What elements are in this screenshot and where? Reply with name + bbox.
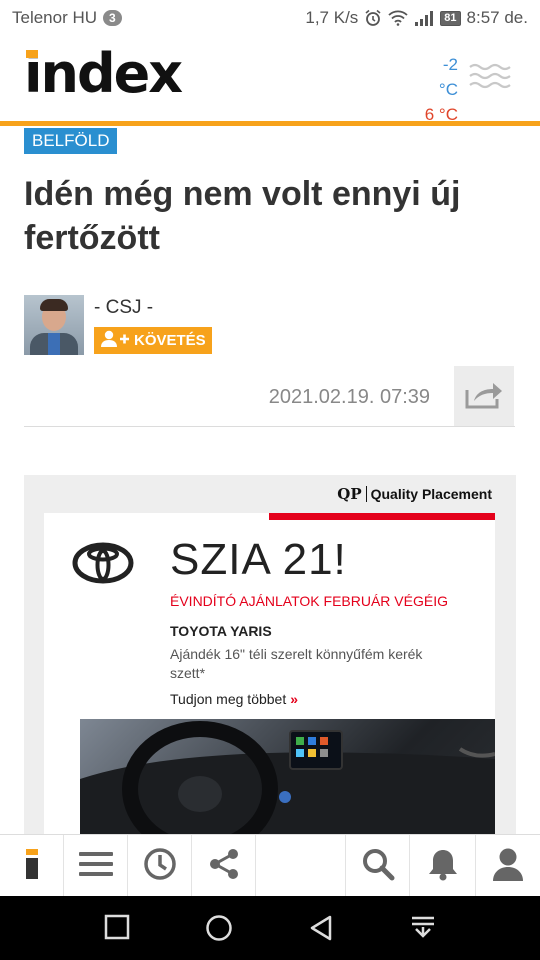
share-button[interactable]: [454, 366, 514, 426]
header-divider: [0, 121, 540, 126]
signal-icon: [414, 10, 434, 26]
article-headline: Idén még nem volt ennyi új fertőzött: [24, 175, 461, 257]
ad-model: TOYOTA YARIS: [170, 623, 272, 639]
logo-accent-dot: [26, 50, 38, 58]
chevron-double-right-icon: »: [290, 691, 299, 707]
car-interior-photo: [80, 719, 495, 835]
network-speed: 1,7 K/s: [305, 8, 359, 27]
bottom-navigation: [0, 834, 540, 897]
recent-apps-icon[interactable]: [104, 914, 130, 945]
home-circle-icon[interactable]: [205, 914, 233, 947]
nav-profile[interactable]: [476, 835, 540, 897]
site-header: index -2 °C 6 °C: [0, 36, 540, 124]
follow-button-label: KÖVETÉS: [134, 332, 206, 349]
clock-icon: [143, 847, 177, 886]
notification-count-badge: 3: [103, 10, 122, 26]
notification-shade-icon[interactable]: [410, 914, 436, 947]
article-meta-separator: [24, 426, 515, 427]
qp-label: Quality Placement: [370, 486, 492, 502]
battery-indicator: 81: [440, 10, 461, 26]
advertisement-block[interactable]: QP Quality Placement SZIA 21! ÉVINDÍTÓ A…: [24, 475, 516, 835]
nav-index-home[interactable]: [0, 835, 64, 897]
ad-learn-more-link[interactable]: Tudjon meg többet»: [170, 691, 298, 707]
alarm-icon: [364, 9, 382, 27]
ad-title: SZIA 21!: [170, 535, 347, 584]
search-icon: [361, 847, 395, 886]
clock-time: 8:57 de.: [466, 8, 528, 27]
menu-icon: [78, 851, 113, 882]
nav-spacer: [256, 835, 346, 897]
add-user-icon: [100, 330, 130, 352]
nav-latest[interactable]: [128, 835, 192, 897]
share-arrow-icon: [464, 378, 504, 415]
ad-subtitle: ÉVINDÍTÓ AJÁNLATOK FEBRUÁR VÉGÉIG: [170, 593, 448, 609]
nav-search[interactable]: [346, 835, 410, 897]
user-icon: [492, 847, 524, 886]
carrier-label: Telenor HU: [12, 8, 98, 27]
ad-red-stripe: [269, 513, 495, 520]
qp-mark: QP: [337, 485, 362, 503]
author-name[interactable]: - CSJ -: [94, 297, 153, 319]
wifi-icon: [388, 10, 408, 26]
toyota-ad-banner[interactable]: SZIA 21! ÉVINDÍTÓ AJÁNLATOK FEBRUÁR VÉGÉ…: [44, 513, 495, 835]
status-bar: Telenor HU 3 1,7 K/s 81 8:57 de.: [0, 0, 540, 36]
follow-button[interactable]: KÖVETÉS: [94, 327, 212, 354]
index-home-icon: [25, 848, 39, 884]
system-navigation-bar: [0, 896, 540, 960]
bell-icon: [427, 847, 459, 886]
index-logo[interactable]: index: [24, 47, 183, 101]
ad-link-label: Tudjon meg többet: [170, 691, 287, 707]
toyota-logo-icon: [72, 541, 134, 590]
author-avatar[interactable]: [24, 295, 84, 355]
nav-share[interactable]: [192, 835, 256, 897]
nav-notifications[interactable]: [410, 835, 476, 897]
temperature-low: -2 °C: [438, 55, 458, 99]
category-badge[interactable]: BELFÖLD: [24, 128, 118, 154]
nav-menu[interactable]: [64, 835, 128, 897]
share-icon: [209, 848, 239, 885]
quality-placement-label: QP Quality Placement: [337, 485, 492, 503]
publish-date: 2021.02.19. 07:39: [268, 386, 430, 408]
weather-widget[interactable]: -2 °C 6 °C: [420, 52, 458, 127]
ad-description: Ajándék 16" téli szerelt könnyűfém kerék…: [170, 646, 423, 681]
weather-fog-icon[interactable]: [468, 62, 512, 97]
back-triangle-icon[interactable]: [308, 914, 334, 947]
